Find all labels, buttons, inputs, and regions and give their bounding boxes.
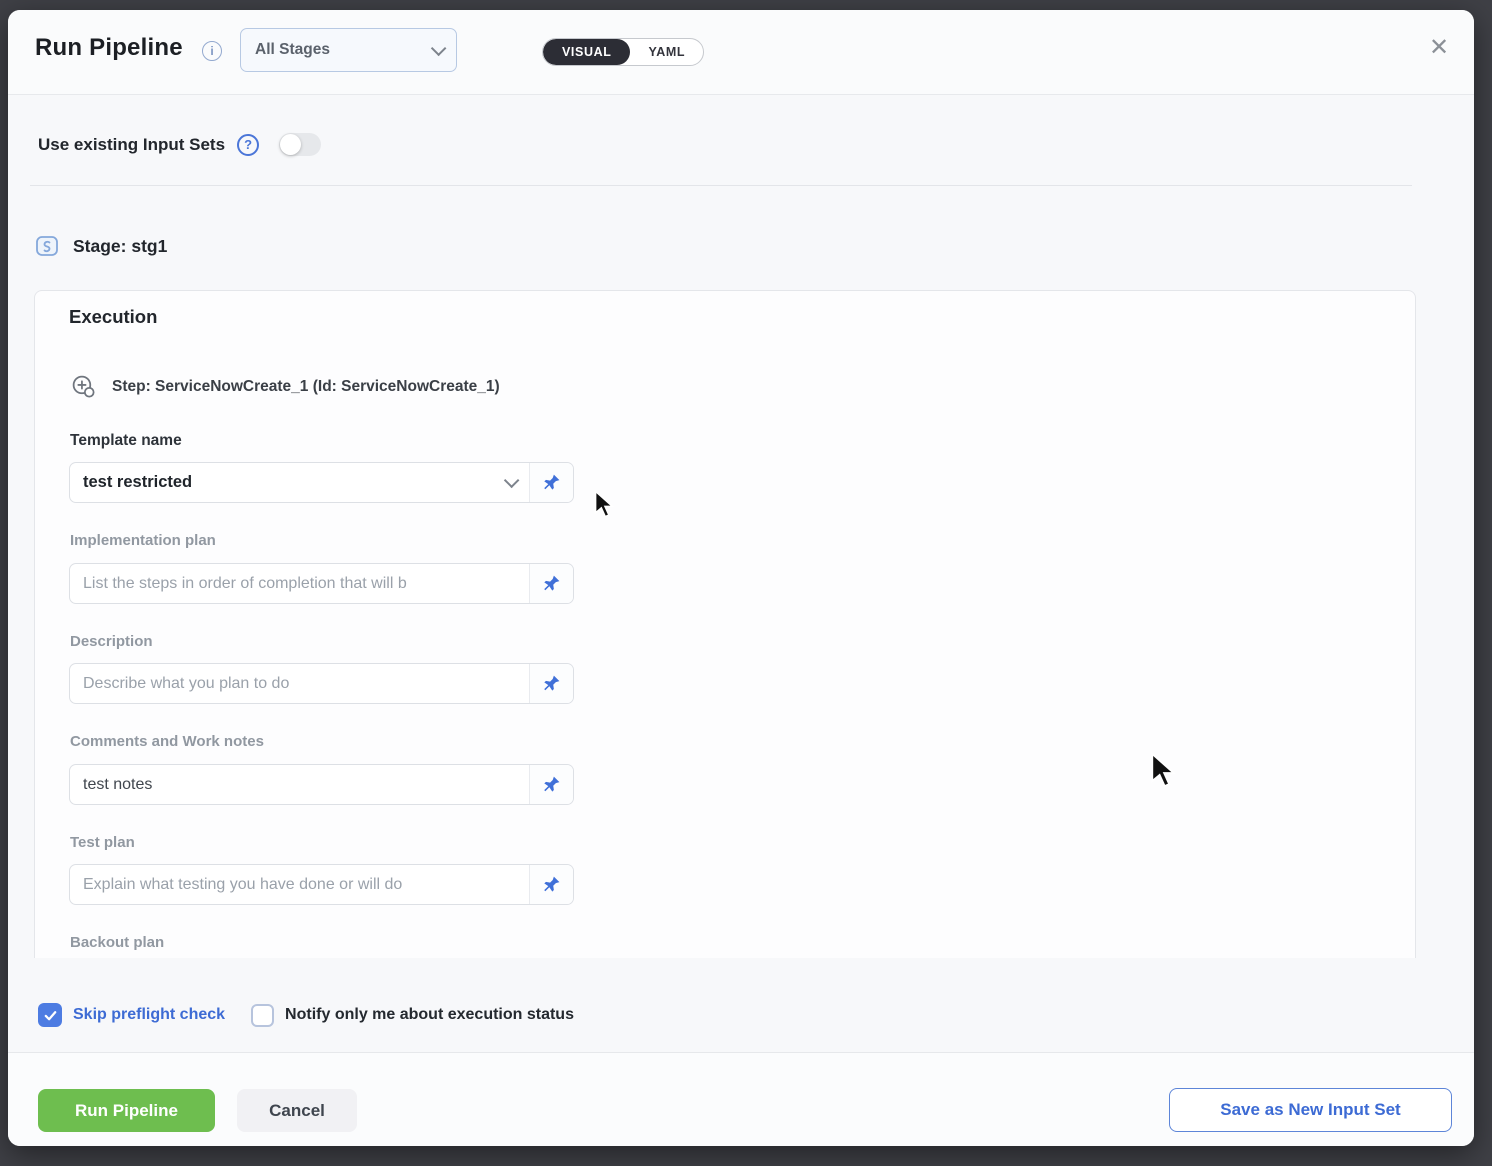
help-icon[interactable]: ? bbox=[237, 134, 259, 156]
pin-icon bbox=[542, 473, 561, 492]
pin-icon bbox=[542, 674, 561, 693]
pin-icon bbox=[542, 574, 561, 593]
checkbox-unchecked-icon bbox=[251, 1004, 274, 1027]
stage-filter-value: All Stages bbox=[255, 41, 431, 59]
field-label-description: Description bbox=[70, 633, 153, 650]
step-icon bbox=[71, 374, 96, 399]
notify-me-label: Notify only me about execution status bbox=[285, 1006, 574, 1024]
field-label-backout-plan: Backout plan bbox=[70, 934, 164, 951]
skip-preflight-checkbox[interactable]: Skip preflight check bbox=[38, 1003, 225, 1027]
pin-button[interactable] bbox=[529, 564, 573, 603]
run-pipeline-modal: Run Pipeline i All Stages VISUAL YAML ✕ … bbox=[8, 10, 1474, 1146]
implementation-plan-input[interactable] bbox=[70, 564, 529, 603]
test-plan-input[interactable] bbox=[70, 865, 529, 904]
cancel-button[interactable]: Cancel bbox=[237, 1089, 357, 1132]
description-field bbox=[69, 663, 574, 704]
description-input[interactable] bbox=[70, 664, 529, 703]
custom-stage-icon bbox=[35, 234, 59, 258]
pin-button[interactable] bbox=[529, 463, 573, 502]
template-name-select[interactable]: test restricted bbox=[69, 462, 574, 503]
comments-field bbox=[69, 764, 574, 805]
info-icon[interactable]: i bbox=[202, 41, 222, 61]
divider bbox=[30, 185, 1412, 186]
tab-yaml[interactable]: YAML bbox=[630, 39, 703, 65]
pin-icon bbox=[542, 875, 561, 894]
template-name-value: test restricted bbox=[70, 473, 504, 492]
field-label-template-name: Template name bbox=[70, 432, 182, 450]
input-sets-label: Use existing Input Sets bbox=[38, 135, 225, 155]
options-row: Skip preflight check Notify only me abou… bbox=[38, 1003, 574, 1027]
chevron-down-icon bbox=[431, 40, 447, 56]
input-sets-row: Use existing Input Sets ? bbox=[38, 133, 321, 156]
stage-label: Stage: stg1 bbox=[73, 236, 167, 257]
test-plan-field bbox=[69, 864, 574, 905]
modal-header: Run Pipeline i All Stages VISUAL YAML ✕ bbox=[8, 10, 1474, 95]
stage-row: Stage: stg1 bbox=[35, 234, 167, 258]
skip-preflight-label: Skip preflight check bbox=[73, 1006, 225, 1024]
step-row: Step: ServiceNowCreate_1 (Id: ServiceNow… bbox=[71, 374, 500, 399]
pin-icon bbox=[542, 775, 561, 794]
comments-input[interactable] bbox=[70, 765, 529, 804]
modal-footer: Run Pipeline Cancel Save as New Input Se… bbox=[8, 1053, 1474, 1146]
checkbox-checked-icon bbox=[38, 1003, 62, 1027]
input-sets-toggle[interactable] bbox=[279, 133, 321, 156]
notify-me-checkbox[interactable]: Notify only me about execution status bbox=[251, 1004, 574, 1027]
step-label: Step: ServiceNowCreate_1 (Id: ServiceNow… bbox=[112, 378, 500, 396]
pin-button[interactable] bbox=[529, 664, 573, 703]
execution-card: Execution Step: ServiceNowCreate_1 (Id: … bbox=[34, 290, 1416, 958]
tab-visual[interactable]: VISUAL bbox=[543, 39, 630, 65]
stage-filter-dropdown[interactable]: All Stages bbox=[240, 28, 457, 72]
field-label-test-plan: Test plan bbox=[70, 834, 135, 851]
run-pipeline-button[interactable]: Run Pipeline bbox=[38, 1089, 215, 1132]
mode-toggle: VISUAL YAML bbox=[542, 38, 704, 66]
close-icon[interactable]: ✕ bbox=[1422, 30, 1456, 64]
save-input-set-button[interactable]: Save as New Input Set bbox=[1169, 1088, 1452, 1132]
field-label-implementation-plan: Implementation plan bbox=[70, 532, 216, 549]
field-label-comments: Comments and Work notes bbox=[70, 733, 264, 750]
implementation-plan-field bbox=[69, 563, 574, 604]
toggle-knob bbox=[280, 134, 301, 155]
page-title: Run Pipeline bbox=[35, 34, 183, 62]
execution-title: Execution bbox=[69, 306, 157, 328]
pin-button[interactable] bbox=[529, 765, 573, 804]
chevron-down-icon bbox=[504, 473, 520, 489]
pin-button[interactable] bbox=[529, 865, 573, 904]
